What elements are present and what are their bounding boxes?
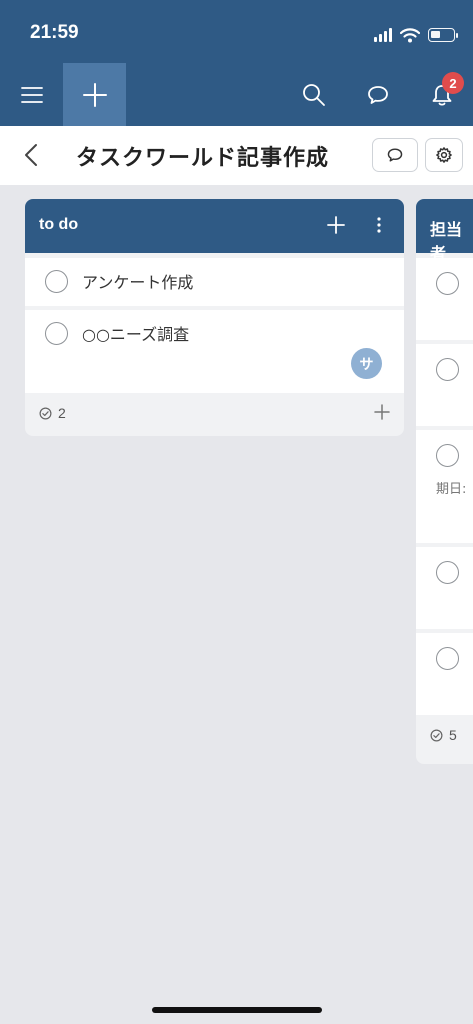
due-date-label: 期日: xyxy=(436,482,467,497)
task-card[interactable] xyxy=(416,258,473,340)
check-circle-icon xyxy=(39,407,52,419)
page-title: タスクワールド記事作成 xyxy=(76,146,330,171)
list-header: 担当者 xyxy=(416,199,473,263)
task-count-value: 5 xyxy=(449,727,457,743)
add-task-icon[interactable] xyxy=(374,404,390,420)
status-time: 21:59 xyxy=(30,22,79,43)
gear-icon xyxy=(436,147,452,163)
nav-row xyxy=(0,63,473,126)
chat-bubble-icon xyxy=(368,85,388,104)
search-icon xyxy=(303,83,325,106)
task-card[interactable]: アンケート作成 xyxy=(25,258,404,306)
messages-button[interactable] xyxy=(352,63,404,126)
list-footer: 5 xyxy=(416,715,473,757)
hamburger-icon[interactable] xyxy=(6,63,58,126)
task-checkbox[interactable] xyxy=(436,647,459,670)
chevron-left-icon xyxy=(25,144,37,166)
list-more-icon[interactable] xyxy=(374,214,384,236)
list-title: to do xyxy=(39,216,79,233)
list-todo: to do アンケート作成 ○○ニーズ調査 サ 2 xyxy=(25,199,404,436)
task-card[interactable]: ○○ニーズ調査 サ xyxy=(25,310,404,393)
chat-bubble-icon xyxy=(387,148,403,162)
task-title: アンケート作成 xyxy=(82,273,194,292)
task-count-value: 2 xyxy=(58,405,66,421)
task-title: ○○ニーズ調査 xyxy=(82,325,190,344)
add-button[interactable] xyxy=(63,63,126,126)
list-assignee: 担当者 期日: 5 xyxy=(416,199,473,764)
search-button[interactable] xyxy=(288,63,340,126)
task-checkbox[interactable] xyxy=(45,322,68,345)
notification-badge: 2 xyxy=(442,72,464,94)
plus-icon xyxy=(82,82,107,107)
task-checkbox[interactable] xyxy=(45,270,68,293)
check-circle-icon xyxy=(430,729,443,741)
task-card[interactable] xyxy=(416,633,473,715)
status-icons xyxy=(374,24,458,46)
task-card[interactable]: 期日: xyxy=(416,430,473,543)
list-footer: 2 xyxy=(25,393,404,435)
wifi-icon xyxy=(400,27,420,42)
battery-icon xyxy=(428,28,458,42)
task-count: 2 xyxy=(39,405,66,421)
task-card[interactable] xyxy=(416,547,473,629)
board-header: タスクワールド記事作成 xyxy=(0,126,473,185)
back-button[interactable] xyxy=(14,138,48,172)
task-checkbox[interactable] xyxy=(436,272,459,295)
task-count: 5 xyxy=(430,727,457,743)
notifications-button[interactable] xyxy=(416,63,468,126)
task-card[interactable] xyxy=(416,344,473,426)
cellular-signal-icon xyxy=(374,28,392,42)
task-checkbox[interactable] xyxy=(436,444,459,467)
top-bar: 21:59 2 xyxy=(0,0,473,126)
task-checkbox[interactable] xyxy=(436,358,459,381)
task-checkbox[interactable] xyxy=(436,561,459,584)
board-settings-button[interactable] xyxy=(425,138,463,172)
avatar[interactable]: サ xyxy=(351,348,382,379)
home-indicator[interactable] xyxy=(152,1007,322,1013)
list-header: to do xyxy=(25,199,404,253)
list-add-task-icon[interactable] xyxy=(325,214,347,236)
board-chat-button[interactable] xyxy=(372,138,418,172)
list-title: 担当者 xyxy=(430,222,463,263)
